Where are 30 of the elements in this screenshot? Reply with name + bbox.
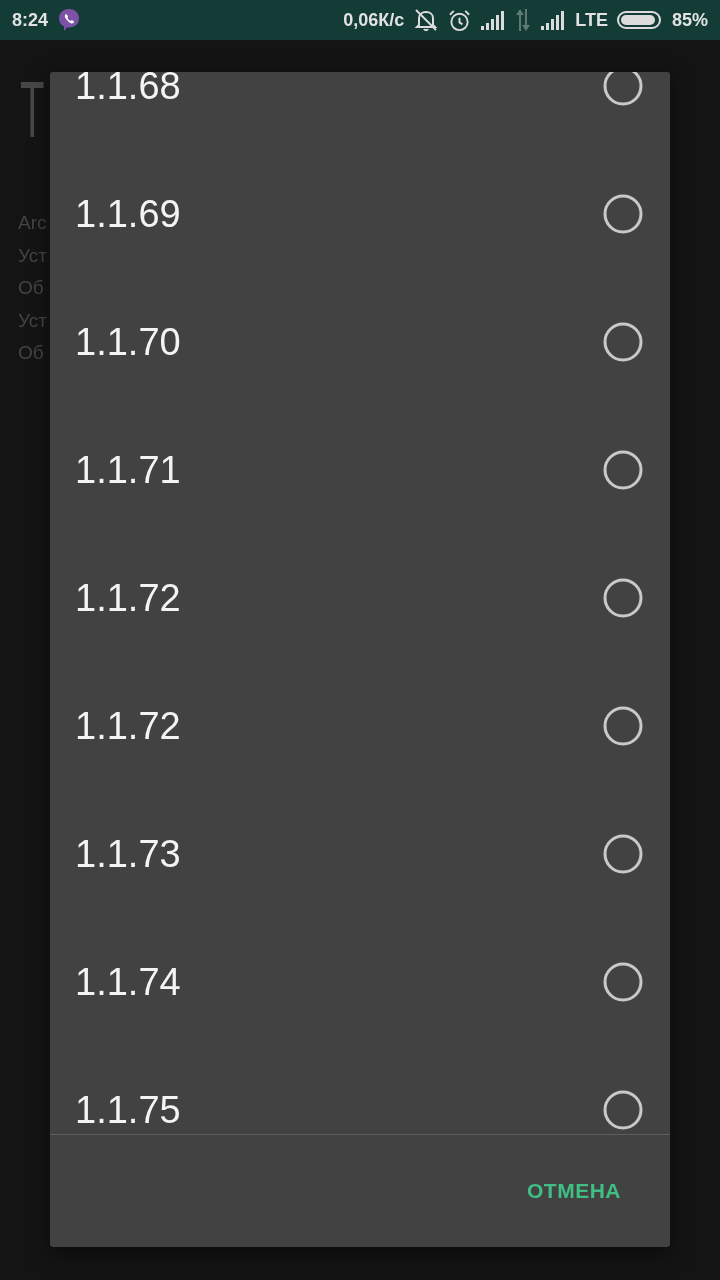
cancel-button[interactable]: ОТМЕНА	[515, 1169, 633, 1213]
version-label[interactable]: 1.1.72	[75, 707, 181, 745]
version-label[interactable]: 1.1.69	[75, 195, 181, 233]
version-label[interactable]: 1.1.72	[75, 579, 181, 617]
radio-button[interactable]	[603, 72, 643, 106]
radio-button[interactable]	[603, 322, 643, 362]
signal-bars-icon	[480, 10, 507, 30]
version-label[interactable]: 1.1.70	[75, 323, 181, 361]
network-type: LTE	[575, 10, 608, 30]
clock-time: 8:24	[12, 10, 49, 30]
radio-button[interactable]	[603, 1090, 643, 1130]
version-label[interactable]: 1.1.73	[75, 835, 181, 873]
radio-button[interactable]	[603, 706, 643, 746]
battery-percent: 85%	[671, 10, 708, 30]
signal-bars-icon	[540, 10, 567, 30]
version-label[interactable]: 1.1.71	[75, 451, 181, 489]
radio-button[interactable]	[603, 578, 643, 618]
data-arrows-icon	[515, 9, 532, 31]
radio-button[interactable]	[603, 450, 643, 490]
network-speed: 0,06К/с	[343, 10, 405, 30]
radio-button[interactable]	[603, 962, 643, 1002]
radio-button[interactable]	[603, 194, 643, 234]
chat-app-icon	[58, 8, 81, 32]
version-label[interactable]: 1.1.68	[75, 72, 181, 105]
radio-button[interactable]	[603, 834, 643, 874]
muted-bell-icon	[413, 8, 440, 32]
alarm-clock-icon	[448, 8, 472, 32]
version-label[interactable]: 1.1.75	[75, 1091, 181, 1129]
battery-icon	[616, 11, 663, 29]
version-label[interactable]: 1.1.74	[75, 963, 181, 1001]
